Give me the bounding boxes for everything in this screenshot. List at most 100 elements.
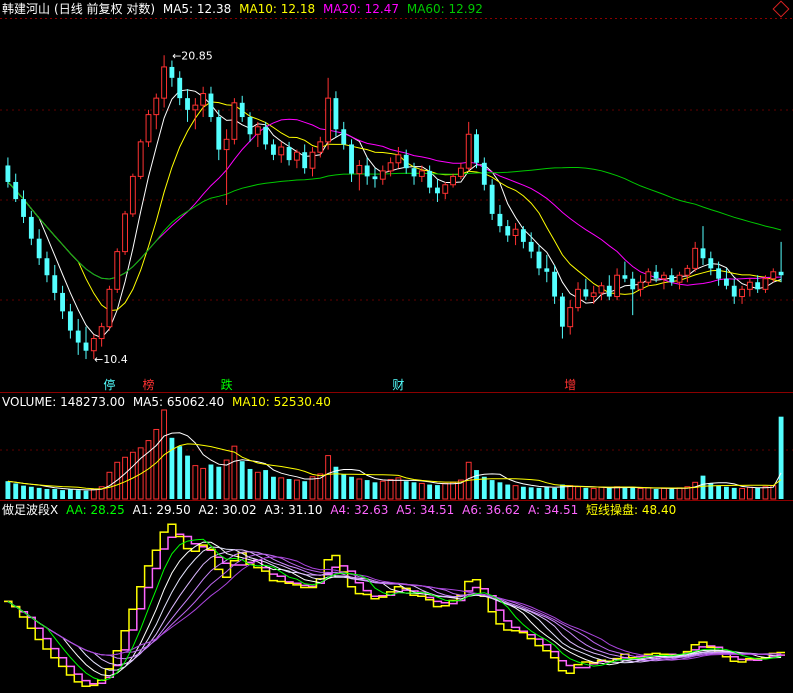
- candle-body: [231, 102, 238, 140]
- candle-body: [349, 144, 354, 174]
- candle-body: [216, 117, 222, 150]
- volume-bar: [356, 478, 363, 500]
- candle-body: [653, 271, 659, 279]
- volume-bar: [278, 477, 285, 500]
- candle-body: [161, 66, 168, 99]
- volume-bar: [435, 485, 440, 499]
- volume-bar: [387, 479, 394, 500]
- volume-bar: [231, 445, 238, 500]
- candle-body: [544, 268, 550, 272]
- volume-bar: [36, 487, 42, 499]
- volume-bar: [364, 480, 370, 499]
- candle-body: [208, 93, 214, 118]
- volume-bar: [661, 487, 667, 500]
- candle-body: [36, 238, 42, 259]
- volume-bar: [489, 480, 495, 499]
- volume-bar: [90, 488, 97, 500]
- volume-bar: [192, 465, 199, 500]
- candle-body: [606, 285, 612, 297]
- candle-body: [746, 281, 753, 290]
- high-price-label: ←20.85: [172, 49, 213, 62]
- candle-body: [708, 258, 714, 269]
- candle-body: [67, 311, 73, 331]
- volume-bar: [411, 482, 417, 499]
- volume-bar: [418, 482, 425, 500]
- candle-body: [575, 288, 581, 309]
- volume-bar: [122, 456, 128, 500]
- volume-bar: [28, 486, 34, 499]
- candle-body: [661, 274, 667, 280]
- candle-body: [341, 129, 347, 145]
- volume-bar: [427, 484, 433, 499]
- candle-body: [536, 251, 542, 269]
- volume-bar: [263, 470, 269, 499]
- candle-body: [481, 162, 487, 185]
- volume-bar: [474, 470, 479, 499]
- volume-bar: [21, 485, 26, 499]
- candle-body: [247, 117, 253, 135]
- candle-body: [372, 176, 378, 180]
- candle-body: [770, 271, 777, 280]
- candle-body: [169, 66, 175, 78]
- event-marker: 停: [103, 377, 115, 392]
- volume-bar: [653, 488, 659, 499]
- candle-body: [271, 144, 276, 155]
- indicator-step-magenta: [4, 533, 785, 685]
- volume-bar: [185, 455, 190, 499]
- indicator-fan-line: [7, 551, 782, 662]
- candle-body: [474, 134, 479, 163]
- ma20-line: [7, 118, 782, 286]
- low-price-label: ←10.4: [94, 353, 128, 366]
- volume-bar: [223, 459, 230, 500]
- candle-body: [762, 278, 769, 290]
- candle-body: [28, 216, 34, 239]
- volume-bar: [637, 487, 644, 500]
- volume-bar: [379, 480, 386, 500]
- candle-body: [278, 146, 285, 156]
- volume-bar: [739, 487, 745, 500]
- candle-body: [692, 247, 699, 269]
- candle-body: [254, 126, 261, 135]
- volume-bar: [349, 476, 354, 499]
- candle-body: [153, 97, 160, 116]
- candle-body: [129, 175, 136, 215]
- volume-bar: [544, 486, 550, 499]
- candle-body: [716, 268, 722, 279]
- indicator-fan-line: [7, 553, 782, 661]
- candle-body: [364, 165, 370, 177]
- volume-bar: [44, 488, 50, 499]
- volume-bar: [692, 481, 699, 500]
- candle-body: [192, 104, 199, 111]
- volume-bar: [630, 487, 636, 499]
- volume-bar: [552, 487, 558, 499]
- candle-body: [552, 271, 558, 297]
- volume-bar: [606, 487, 612, 499]
- candle-body: [505, 226, 511, 236]
- volume-bar: [512, 485, 519, 500]
- event-marker: 榜: [142, 377, 154, 392]
- volume-bar: [567, 485, 574, 500]
- candle-body: [450, 175, 456, 186]
- candle-body: [387, 162, 394, 172]
- candle-body: [177, 77, 183, 99]
- indicator-fan-line: [7, 549, 782, 666]
- stock-chart[interactable]: ←20.85 ←10.4 停 榜 跌 财 增: [0, 0, 793, 693]
- candle-body: [356, 164, 363, 175]
- candle-body: [317, 141, 324, 153]
- candle-body: [418, 170, 425, 177]
- volume-bar: [5, 481, 11, 499]
- candle-body: [185, 98, 190, 110]
- candle-body: [411, 168, 417, 177]
- candle-body: [44, 258, 50, 276]
- volume-bar: [583, 487, 589, 499]
- candle-body: [122, 213, 128, 253]
- event-marker: 财: [392, 378, 404, 392]
- candle-body: [5, 165, 11, 182]
- candlestick-series: [5, 55, 784, 360]
- volume-bar: [169, 437, 175, 499]
- volume-bar: [372, 482, 378, 499]
- volume-bar: [762, 486, 769, 500]
- volume-bar: [271, 476, 276, 499]
- volume-bar: [13, 483, 19, 499]
- candle-body: [325, 97, 332, 143]
